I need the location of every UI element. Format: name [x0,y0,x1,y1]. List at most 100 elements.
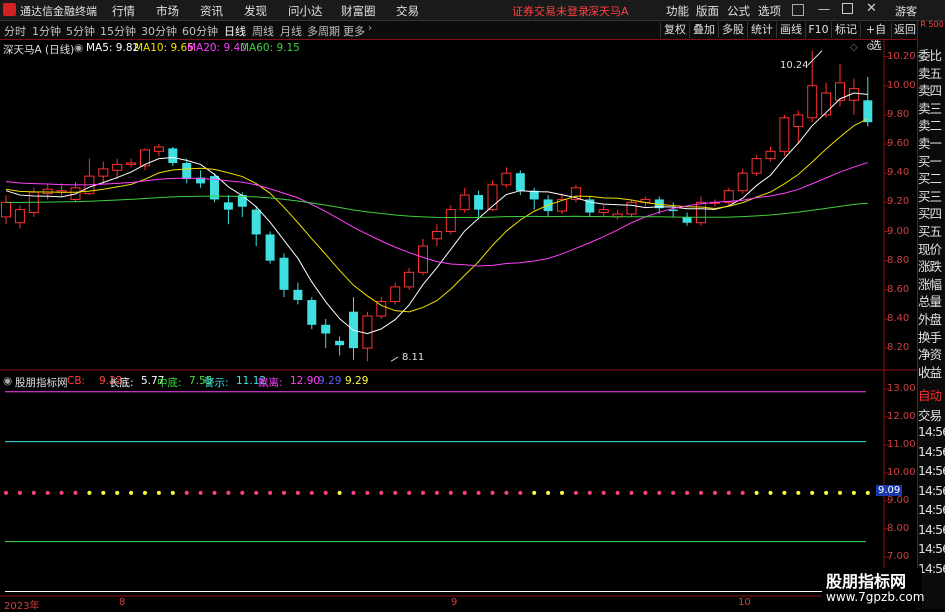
candle [807,50,818,123]
order-book-label: 总量 [918,294,942,310]
period-monthly[interactable]: 月线 [280,23,302,39]
toolbar-restore-rights[interactable]: 复权 [660,22,689,38]
signal-dot [532,490,537,495]
toolbar-multi-stock[interactable]: 多股 [718,22,747,38]
x-axis-label: 2023年 [4,601,40,612]
trade-panel-label: 14:56 [918,541,945,556]
trade-panel-label[interactable]: 自动 [918,385,942,404]
period-5min[interactable]: 5分钟 [66,23,95,39]
signal-dot [504,490,509,495]
order-book-label: 委比 [918,48,942,63]
signal-dot [699,490,703,495]
guest-label[interactable]: 游客 [895,3,917,19]
candle [126,158,137,168]
trade-panel-label[interactable]: 交易 [918,405,942,424]
more-chevron-icon[interactable]: › [368,23,372,34]
order-book-label: 涨幅 [918,276,942,292]
signal-dot [865,490,870,495]
period-30min[interactable]: 30分钟 [141,23,177,39]
menu-item-trade[interactable]: 交易 [396,3,419,19]
toolbar-overlay[interactable]: 叠加 [689,22,718,38]
signal-dot [434,490,439,495]
period-15min[interactable]: 15分钟 [100,23,136,39]
y-axis-tick: 9.00 [887,225,910,237]
signal-dot [198,490,203,495]
candle [376,297,387,319]
candle [56,183,67,197]
candle [474,190,484,217]
signal-dot [546,490,551,495]
menu-formula[interactable]: 公式 [727,3,750,19]
menu-options[interactable]: 选项 [758,3,781,19]
candle [445,205,456,235]
title-stock-name: 深天马A [588,5,629,18]
period-more[interactable]: 更多 [343,23,365,39]
menu-item-wealth[interactable]: 财富圈 [341,3,376,19]
candle [390,282,401,305]
toolbar-add-watchlist[interactable]: +自选 [860,22,891,52]
kline-chart[interactable] [0,39,917,609]
signal-dot [712,490,717,495]
signal-dot [101,490,106,495]
low-arrow [390,356,399,362]
candle [598,205,609,217]
menu-item-quotes[interactable]: 行情 [112,3,135,19]
close-icon[interactable]: ✕ [866,1,877,16]
period-daily[interactable]: 日线 [224,23,246,39]
app-title: 通达信金融终端 [20,5,97,18]
candle [626,199,637,217]
candle [501,167,512,188]
trade-login-warning[interactable]: 证券交易未登录 [512,3,589,19]
signal-dot [45,490,50,495]
skin-icon[interactable] [792,4,804,16]
r-badge: R 500 [920,20,944,29]
signal-dot [143,490,147,495]
signal-dot [365,490,370,495]
signal-dot [768,490,773,495]
signal-dot [782,490,787,495]
order-book-label: 买四 [918,206,942,222]
signal-dot [657,490,662,495]
ma60-line [5,195,868,218]
high-annotation: 10.24 [780,60,809,71]
signal-dot [31,490,36,495]
ma5-line [5,92,868,335]
toolbar-mark[interactable]: 标记 [831,22,860,38]
trade-panel-label: 14:56 [918,560,945,576]
menu-item-market[interactable]: 市场 [156,3,179,19]
period-multi[interactable]: 多周期 [307,23,340,39]
toolbar-back[interactable]: 返回 [891,22,918,38]
order-book-label: 收益 [918,364,942,380]
toolbar-statistics[interactable]: 统计 [747,22,776,38]
period-60min[interactable]: 60分钟 [182,23,218,39]
toolbar-f10[interactable]: F10 [805,22,831,38]
maximize-icon[interactable] [842,3,853,14]
order-book-label: 净资 [918,347,942,363]
signal-dot [615,490,620,495]
candle [42,183,53,200]
toolbar-draw-line[interactable]: 画线 [776,22,805,38]
signal-dot [337,490,342,495]
menu-function[interactable]: 功能 [666,3,689,19]
menu-layout[interactable]: 版面 [696,3,719,19]
y-axis-tick: 9.80 [887,108,910,120]
candle [251,206,261,247]
menu-item-news[interactable]: 资讯 [200,3,223,19]
indicator-y-tick: 11.00 [887,439,916,450]
signal-dot [323,490,328,495]
signal-dot [115,490,120,495]
menu-item-assistant[interactable]: 问小达 [288,3,323,19]
candle [362,311,373,362]
order-book-label: 卖三 [918,100,942,116]
menu-item-discover[interactable]: 发现 [244,3,267,19]
candle [168,146,178,166]
period-intraday[interactable]: 分时 [4,23,26,39]
candle [765,146,776,162]
signal-dot [379,490,384,495]
signal-dot [59,490,64,495]
period-1min[interactable]: 1分钟 [32,23,61,39]
period-weekly[interactable]: 周线 [252,23,274,39]
signal-dot [156,490,161,495]
y-axis-tick: 8.40 [887,312,910,324]
minimize-icon[interactable]: — [818,2,830,16]
